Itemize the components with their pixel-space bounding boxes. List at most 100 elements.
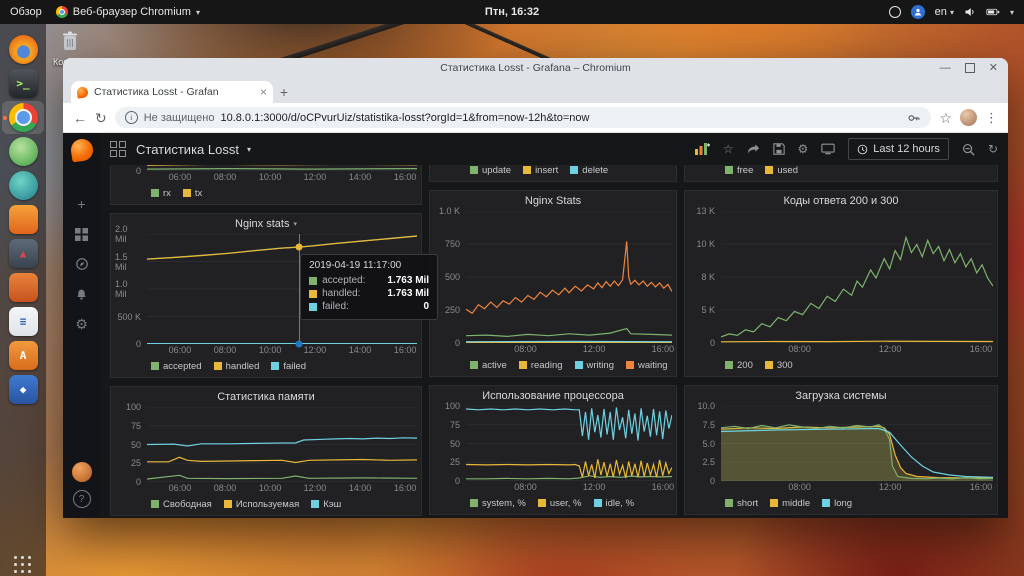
x-tick: 16:00 (394, 483, 417, 493)
legend-item[interactable]: free (725, 165, 753, 176)
app-menu[interactable]: Веб-браузер Chromium ▾ (56, 6, 200, 18)
close-button[interactable]: ✕ (989, 63, 998, 74)
clock[interactable]: Птн, 16:32 (485, 6, 539, 18)
x-tick: 16:00 (652, 344, 675, 354)
x-tick: 16:00 (394, 172, 417, 182)
panel-title[interactable]: Загрузка системы (689, 386, 993, 406)
legend-item[interactable]: reading (519, 360, 563, 371)
dashboard-title[interactable]: Статистика Losst (136, 142, 239, 157)
y-tick: 1.0 K (439, 206, 460, 216)
legend-item[interactable]: idle, % (594, 498, 635, 509)
legend-item[interactable]: long (822, 498, 852, 509)
panel-title[interactable]: Использование процессора (434, 386, 672, 406)
browser-menu-icon[interactable]: ⋮ (985, 110, 998, 126)
legend-item[interactable]: update (470, 165, 511, 176)
chart-network: 010006:0008:0010:0012:0014:0016:00 (115, 165, 417, 184)
libreoffice-a-icon[interactable]: A (2, 339, 44, 372)
legend-item[interactable]: used (765, 165, 798, 176)
mail-icon[interactable] (2, 169, 44, 202)
libreoffice-writer-icon[interactable]: ≡ (2, 305, 44, 338)
zoom-out-icon[interactable] (962, 143, 975, 156)
legend-item[interactable]: waiting (626, 360, 668, 371)
keyboard-layout[interactable]: en ▾ (935, 6, 954, 18)
transmission-icon[interactable]: ▲ (2, 237, 44, 270)
time-range-button[interactable]: Last 12 hours (848, 138, 949, 160)
system-menu-caret[interactable]: ▾ (1010, 8, 1014, 17)
create-icon[interactable]: + (63, 189, 100, 219)
legend-item[interactable]: insert (523, 165, 558, 176)
add-panel-icon[interactable] (694, 142, 710, 156)
grafana-logo[interactable] (69, 138, 94, 163)
refresh-icon[interactable]: ↻ (988, 143, 998, 155)
profile-avatar[interactable] (960, 109, 977, 126)
address-bar[interactable]: i Не защищено 10.8.0.1:3000/d/oCPvurUiz/… (115, 107, 932, 128)
save-icon[interactable] (773, 143, 785, 155)
url-text: 10.8.0.1:3000/d/oCPvurUiz/statistika-los… (220, 112, 901, 124)
help-icon[interactable]: ? (73, 490, 91, 508)
legend-item[interactable]: Кэш (311, 499, 341, 510)
legend-item[interactable]: handled (214, 361, 260, 372)
y-tick: 10 K (696, 239, 715, 249)
legend-item[interactable]: user, % (538, 498, 582, 509)
legend-item[interactable]: rx (151, 188, 171, 199)
chevron-down-icon[interactable]: ▾ (247, 145, 251, 154)
legend-item[interactable]: 300 (765, 360, 793, 371)
battery-icon[interactable] (986, 7, 1000, 17)
virtualbox-icon[interactable]: ◆ (2, 373, 44, 406)
terminal-icon[interactable]: >_ (2, 67, 44, 100)
legend-item[interactable]: failed (271, 361, 306, 372)
back-button[interactable]: ← (73, 111, 87, 125)
tv-mode-icon[interactable] (821, 143, 835, 155)
bookmark-star-icon[interactable]: ☆ (939, 111, 952, 125)
legend-item[interactable]: accepted (151, 361, 202, 372)
window-titlebar[interactable]: Статистика Losst - Grafana – Chromium — … (63, 58, 1008, 78)
volume-icon[interactable] (964, 6, 976, 18)
panel-title[interactable]: Nginx stats▾ (115, 214, 417, 234)
new-tab-button[interactable]: + (273, 81, 295, 103)
panel-nginx-stats: Nginx stats▾ 0500 K1.0 Mil1.5 Mil2.0 Mil… (110, 213, 422, 378)
user-avatar[interactable] (72, 462, 92, 482)
firefox-icon[interactable] (2, 33, 44, 66)
show-applications-button[interactable] (14, 556, 32, 574)
minimize-button[interactable]: — (940, 63, 951, 74)
legend-item[interactable]: short (725, 498, 758, 509)
files-icon[interactable] (2, 203, 44, 236)
legend-item[interactable]: active (470, 360, 507, 371)
chevron-down-icon: ▾ (196, 8, 200, 17)
remmina-icon[interactable] (2, 135, 44, 168)
software-store-icon[interactable] (2, 271, 44, 304)
settings-gear-icon[interactable]: ⚙ (798, 143, 809, 155)
user-indicator-icon[interactable] (911, 5, 925, 19)
legend-item[interactable]: Используемая (224, 499, 299, 510)
alerting-bell-icon[interactable] (63, 279, 100, 309)
explore-icon[interactable] (63, 249, 100, 279)
panel-title[interactable]: Статистика памяти (115, 387, 417, 407)
x-tick: 14:00 (349, 172, 372, 182)
panel-menu-caret[interactable]: ▾ (293, 220, 297, 228)
legend-item[interactable]: tx (183, 188, 202, 199)
browser-tab[interactable]: Статистика Losst - Grafan × (71, 81, 273, 103)
panel-title[interactable]: Nginx Stats (434, 191, 672, 211)
tab-close-icon[interactable]: × (260, 85, 267, 99)
dashboards-icon[interactable] (63, 219, 100, 249)
maximize-button[interactable] (965, 63, 975, 73)
legend-item[interactable]: 200 (725, 360, 753, 371)
legend-item[interactable]: writing (575, 360, 614, 371)
password-key-icon[interactable] (907, 111, 921, 125)
reload-button[interactable]: ↻ (95, 111, 107, 125)
share-icon[interactable] (747, 143, 760, 155)
legend-item[interactable]: delete (570, 165, 608, 176)
activities-button[interactable]: Обзор (10, 6, 42, 18)
panel-title[interactable]: Коды ответа 200 и 300 (689, 191, 993, 211)
tooltip-row: failed:0 (309, 301, 429, 312)
legend-item[interactable]: system, % (470, 498, 526, 509)
y-tick: 13 K (696, 206, 715, 216)
legend-item[interactable]: middle (770, 498, 810, 509)
chromium-mini-icon (56, 6, 68, 18)
legend-item[interactable]: Свободная (151, 499, 212, 510)
chromium-icon[interactable] (2, 101, 44, 134)
site-info-icon[interactable]: i (125, 111, 138, 124)
star-icon[interactable]: ☆ (723, 143, 734, 155)
screencast-icon[interactable] (889, 6, 901, 18)
configuration-gear-icon[interactable]: ⚙ (63, 309, 100, 339)
